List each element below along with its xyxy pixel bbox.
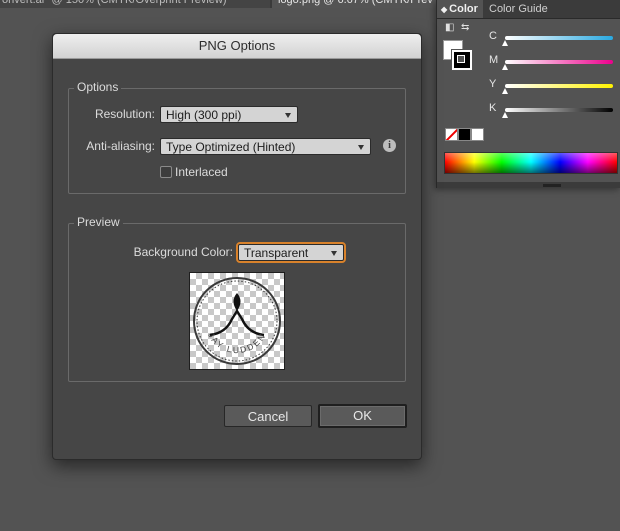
info-icon[interactable]: i bbox=[383, 139, 396, 152]
cyan-slider-thumb[interactable] bbox=[502, 40, 508, 46]
chevron-down-icon bbox=[331, 251, 337, 256]
default-fill-stroke-icon[interactable]: ◧ bbox=[445, 22, 454, 33]
yellow-label: Y bbox=[489, 78, 497, 90]
resolution-value: High (300 ppi) bbox=[166, 108, 242, 122]
collapse-arrows-icon: ◆ bbox=[441, 5, 448, 14]
options-group: Options Resolution: High (300 ppi) Anti-… bbox=[68, 80, 406, 194]
document-tab-logo[interactable]: logo.png @ 6.67% (CMYK/Prev bbox=[272, 0, 436, 8]
document-tab-convert[interactable]: onvert.ai* @ 150% (CMYK/Overprint Previe… bbox=[0, 0, 270, 8]
resolution-select[interactable]: High (300 ppi) bbox=[160, 106, 298, 123]
antialiasing-label: Anti-aliasing: bbox=[86, 139, 155, 153]
color-panel-footer bbox=[437, 182, 620, 188]
ok-button[interactable]: OK bbox=[318, 404, 407, 428]
magenta-slider-row: M bbox=[489, 54, 619, 74]
cyan-slider[interactable] bbox=[505, 36, 613, 40]
magenta-slider-thumb[interactable] bbox=[502, 64, 508, 70]
options-group-title: Options bbox=[74, 80, 122, 94]
resize-grip[interactable] bbox=[543, 184, 561, 187]
black-slider[interactable] bbox=[505, 108, 613, 112]
color-spectrum-bar[interactable] bbox=[444, 152, 618, 174]
tab-color-guide[interactable]: Color Guide bbox=[489, 0, 548, 18]
jay-ludden-logo: JAY LUDDEN bbox=[193, 277, 281, 365]
none-swatch[interactable] bbox=[445, 128, 458, 141]
white-swatch[interactable] bbox=[471, 128, 484, 141]
black-slider-row: K bbox=[489, 102, 619, 122]
resolution-label: Resolution: bbox=[94, 107, 155, 121]
background-color-label: Background Color: bbox=[133, 245, 233, 259]
black-slider-thumb[interactable] bbox=[502, 112, 508, 118]
magenta-label: M bbox=[489, 54, 499, 66]
black-swatch[interactable] bbox=[458, 128, 471, 141]
chevron-down-icon bbox=[358, 145, 364, 150]
preview-image: JAY LUDDEN bbox=[189, 272, 285, 370]
magenta-slider[interactable] bbox=[505, 60, 613, 64]
yellow-slider[interactable] bbox=[505, 84, 613, 88]
preview-group: Preview Background Color: Transparent JA… bbox=[68, 215, 406, 382]
stroke-swatch[interactable] bbox=[451, 49, 473, 71]
svg-text:JAY LUDDEN: JAY LUDDEN bbox=[206, 330, 268, 355]
yellow-slider-row: Y bbox=[489, 78, 619, 98]
cancel-button[interactable]: Cancel bbox=[224, 405, 312, 427]
swap-fill-stroke-icon[interactable]: ⇆ bbox=[461, 22, 469, 33]
preview-group-title: Preview bbox=[74, 215, 123, 229]
background-color-value: Transparent bbox=[244, 246, 309, 260]
dialog-title: PNG Options bbox=[53, 34, 421, 59]
chevron-down-icon bbox=[285, 113, 291, 118]
document-tab-bar: onvert.ai* @ 150% (CMYK/Overprint Previe… bbox=[0, 0, 436, 8]
yellow-slider-thumb[interactable] bbox=[502, 88, 508, 94]
logo-text: JAY LUDDEN bbox=[206, 330, 266, 355]
interlaced-checkbox[interactable] bbox=[160, 166, 172, 178]
cyan-label: C bbox=[489, 30, 497, 42]
black-label: K bbox=[489, 102, 497, 114]
background-color-select[interactable]: Transparent bbox=[236, 242, 346, 263]
antialiasing-value: Type Optimized (Hinted) bbox=[166, 140, 296, 154]
cyan-slider-row: C bbox=[489, 30, 619, 50]
interlaced-label[interactable]: Interlaced bbox=[175, 165, 228, 179]
color-panel: ◆ Color Color Guide ◧ ⇆ C M Y K bbox=[436, 0, 620, 188]
tab-color[interactable]: ◆ Color bbox=[437, 0, 483, 18]
color-panel-tabs: ◆ Color Color Guide bbox=[437, 0, 620, 19]
png-options-dialog: PNG Options Options Resolution: High (30… bbox=[52, 33, 422, 460]
antialiasing-select[interactable]: Type Optimized (Hinted) bbox=[160, 138, 371, 155]
